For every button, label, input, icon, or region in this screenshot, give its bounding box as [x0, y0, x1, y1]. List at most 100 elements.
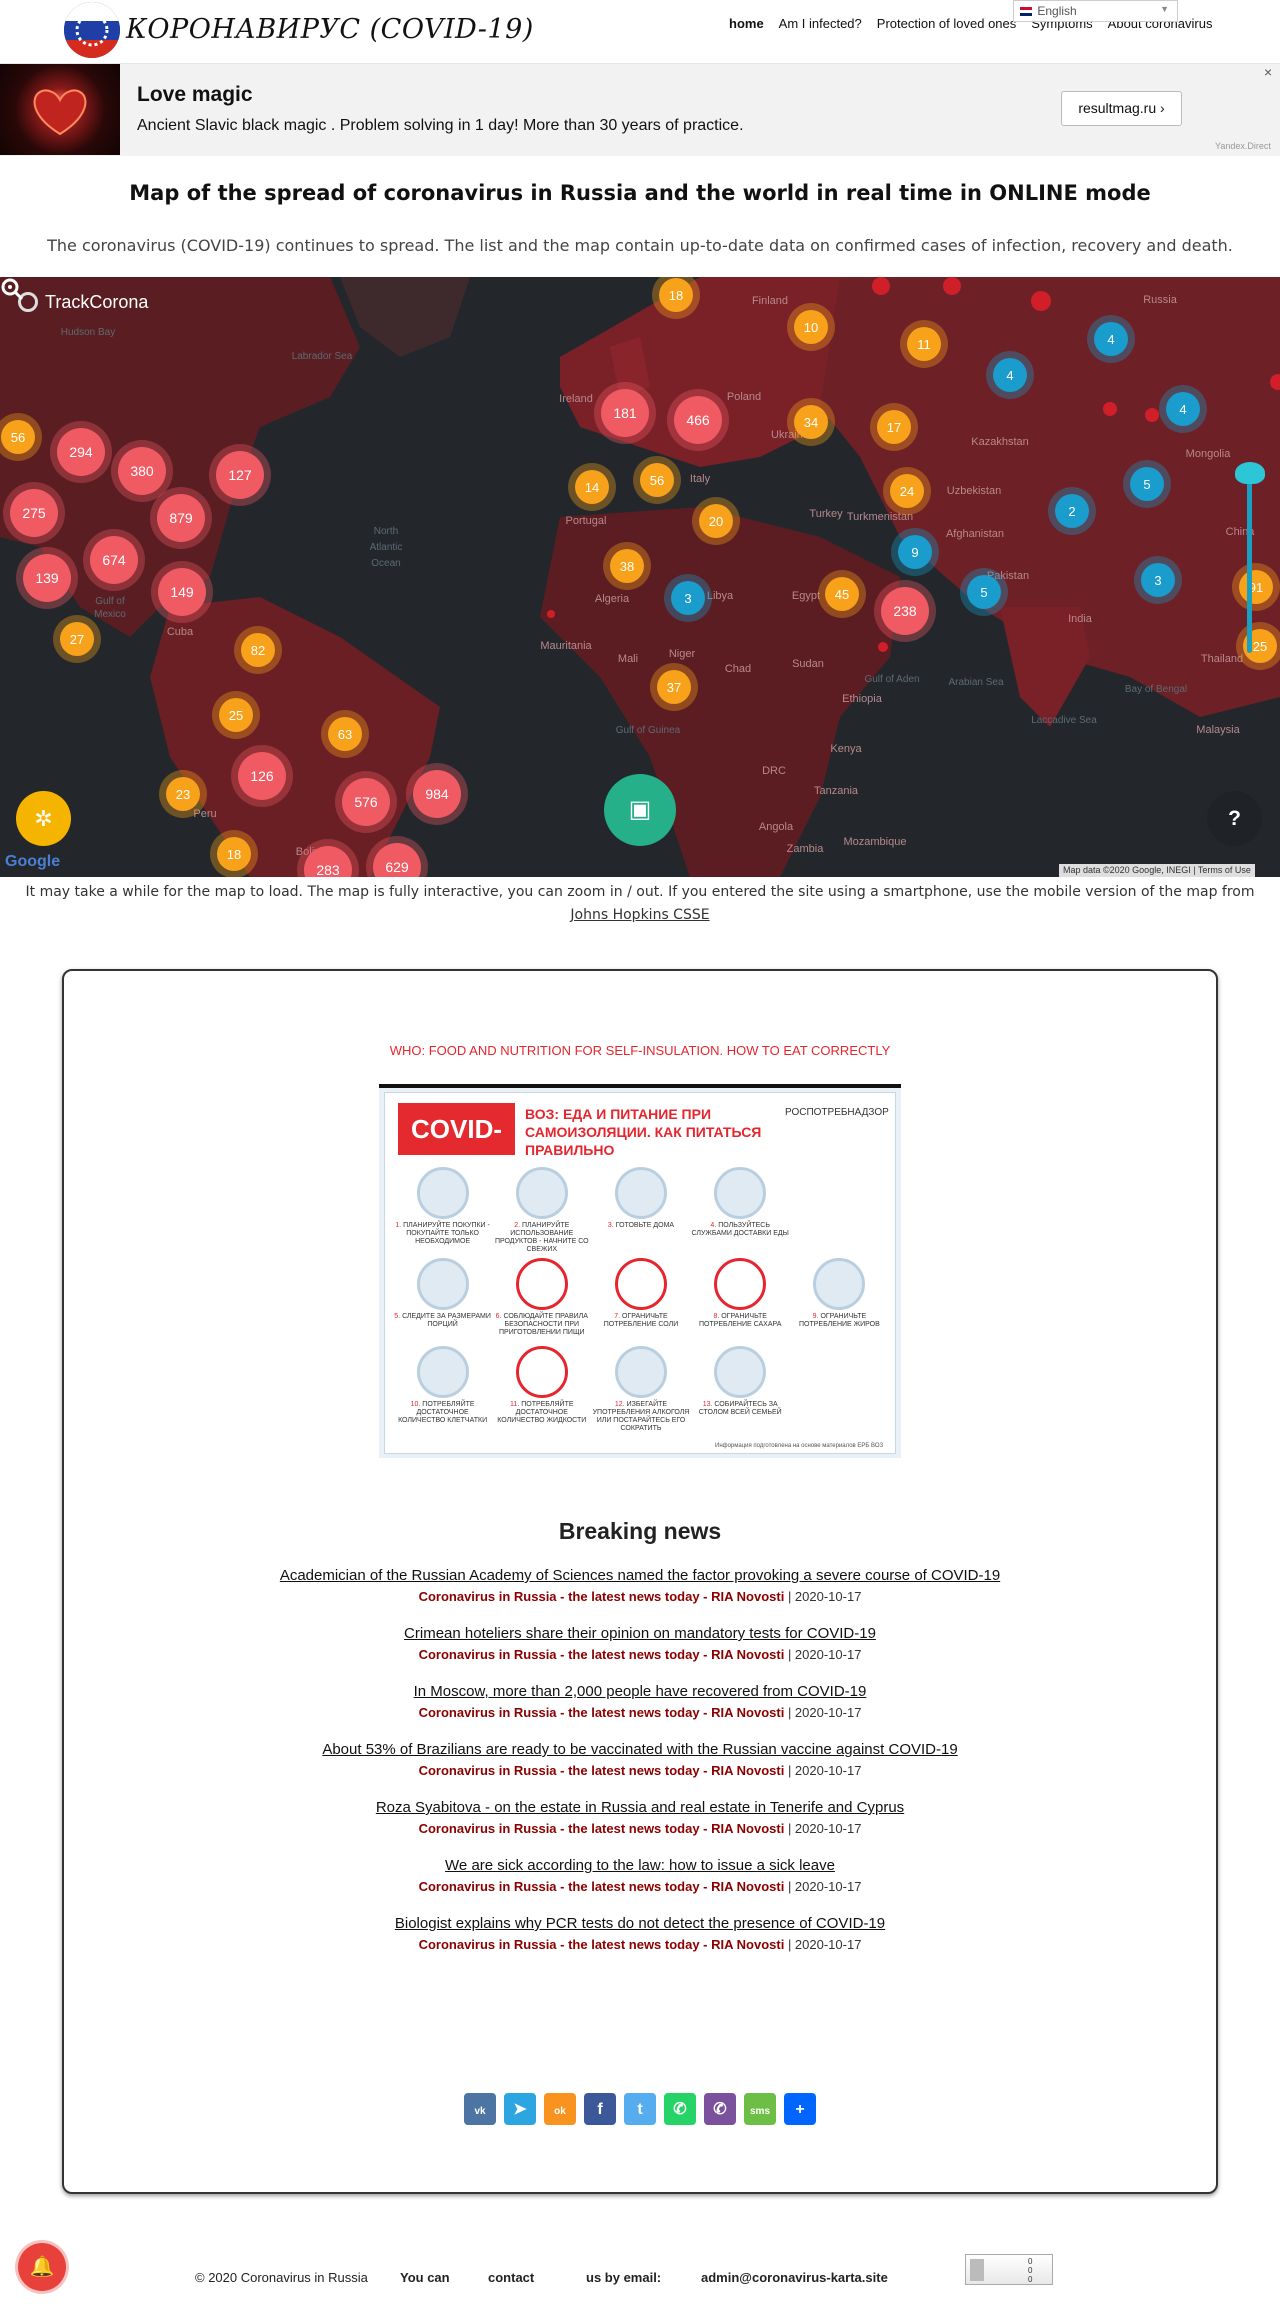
case-cluster-marker[interactable]: 674: [83, 529, 145, 591]
infographic-item-number: 10.: [410, 1401, 421, 1408]
share-more-button[interactable]: +: [784, 2093, 816, 2125]
case-cluster-marker[interactable]: 82: [234, 626, 282, 674]
ad-image[interactable]: [0, 64, 120, 155]
news-title-link[interactable]: Academician of the Russian Academy of Sc…: [64, 1566, 1216, 1586]
notification-bell-button[interactable]: 🔔: [18, 2243, 66, 2291]
johns-hopkins-link[interactable]: Johns Hopkins CSSE: [570, 907, 709, 923]
case-cluster-marker[interactable]: 4: [1087, 315, 1135, 363]
corona-map[interactable]: Hudson Bay Labrador Sea North Atlantic Ocean…: [0, 277, 1280, 877]
time-slider-handle[interactable]: [1235, 462, 1265, 484]
case-cluster-marker[interactable]: 10: [787, 303, 835, 351]
case-cluster-marker[interactable]: 38: [603, 542, 651, 590]
case-cluster-marker[interactable]: 63: [321, 710, 369, 758]
case-cluster-marker[interactable]: 14: [568, 463, 616, 511]
hotspot-dot: [943, 277, 961, 295]
language-select[interactable]: English ▼: [1013, 0, 1178, 22]
news-source[interactable]: Coronavirus in Russia - the latest news …: [419, 1589, 785, 1604]
visitor-counter[interactable]: 000: [965, 2254, 1053, 2285]
case-cluster-marker[interactable]: 27: [53, 615, 101, 663]
news-source[interactable]: Coronavirus in Russia - the latest news …: [419, 1821, 785, 1836]
case-cluster-marker[interactable]: 294: [50, 421, 112, 483]
virus-settings-button[interactable]: ✲: [16, 791, 71, 846]
case-cluster-marker[interactable]: 3: [664, 574, 712, 622]
case-cluster-marker[interactable]: 25: [212, 691, 260, 739]
case-cluster-marker[interactable]: 2: [1048, 487, 1096, 535]
case-cluster-marker[interactable]: 576: [335, 771, 397, 833]
news-title-link[interactable]: Roza Syabitova - on the estate in Russia…: [64, 1798, 1216, 1818]
news-title-link[interactable]: About 53% of Brazilians are ready to be …: [64, 1740, 1216, 1760]
case-cluster-marker[interactable]: 37: [650, 663, 698, 711]
case-cluster-marker[interactable]: 11: [900, 320, 948, 368]
news-title-link[interactable]: In Moscow, more than 2,000 people have r…: [64, 1682, 1216, 1702]
case-cluster-marker[interactable]: 466: [667, 389, 729, 451]
share-facebook-button[interactable]: f: [584, 2093, 616, 2125]
share-vk-button[interactable]: vk: [464, 2093, 496, 2125]
news-title-link[interactable]: Crimean hoteliers share their opinion on…: [64, 1624, 1216, 1644]
ad-banner[interactable]: Love magic Ancient Slavic black magic . …: [0, 64, 1280, 156]
case-cluster-marker[interactable]: 56: [633, 456, 681, 504]
news-source[interactable]: Coronavirus in Russia - the latest news …: [419, 1879, 785, 1894]
news-title-link[interactable]: We are sick according to the law: how to…: [64, 1856, 1216, 1876]
infographic-item-text: ИЗБЕГАЙТЕ УПОТРЕБЛЕНИЯ АЛКОГОЛЯ ИЛИ ПОСТ…: [592, 1401, 690, 1432]
case-cluster-marker[interactable]: 24: [883, 467, 931, 515]
share-telegram-button[interactable]: ➤: [504, 2093, 536, 2125]
map-attribution[interactable]: Map data ©2020 Google, INEGI | Terms of …: [1059, 864, 1255, 877]
case-cluster-marker[interactable]: 3: [1134, 556, 1182, 604]
infographic-item-text: ГОТОВЬТЕ ДОМА: [615, 1222, 675, 1229]
news-meta: Coronavirus in Russia - the latest news …: [64, 1644, 1216, 1665]
case-cluster-marker[interactable]: 9: [891, 528, 939, 576]
zoom-search-icon[interactable]: [0, 277, 24, 301]
news-source[interactable]: Coronavirus in Russia - the latest news …: [419, 1937, 785, 1952]
nutrition-icon: [813, 1258, 866, 1310]
logo-icon[interactable]: [64, 2, 120, 58]
share-odnoklassniki-button[interactable]: ok: [544, 2093, 576, 2125]
case-cluster-marker[interactable]: 879: [150, 487, 212, 549]
help-button[interactable]: ?: [1207, 791, 1262, 846]
case-cluster-marker[interactable]: 181: [594, 382, 656, 444]
case-cluster-marker[interactable]: 91: [1232, 563, 1280, 611]
logo-text[interactable]: КОРОНАВИРУС (COVID-19): [126, 14, 534, 45]
case-cluster-marker[interactable]: 984: [406, 763, 468, 825]
time-slider-track[interactable]: [1247, 463, 1252, 653]
close-icon[interactable]: ×: [1264, 64, 1272, 80]
nav-am-i-infected[interactable]: Am I infected?: [779, 16, 862, 31]
nav-home[interactable]: home: [729, 16, 764, 31]
map-layer-button[interactable]: ▣: [604, 774, 676, 846]
case-cluster-marker[interactable]: 17: [870, 403, 918, 451]
news-source[interactable]: Coronavirus in Russia - the latest news …: [419, 1763, 785, 1778]
case-cluster-marker[interactable]: 20: [692, 497, 740, 545]
case-cluster-marker[interactable]: 34: [787, 398, 835, 446]
ad-visit-button[interactable]: resultmag.ru ›: [1061, 91, 1182, 126]
cluster-count: 674: [102, 552, 126, 568]
case-cluster-marker[interactable]: 5: [1123, 460, 1171, 508]
footer-email[interactable]: admin@coronavirus-karta.site: [701, 2270, 888, 2285]
news-source[interactable]: Coronavirus in Russia - the latest news …: [419, 1647, 785, 1662]
infographic-title: ВОЗ: ЕДА И ПИТАНИЕ ПРИ САМОИЗОЛЯЦИИ. КАК…: [525, 1106, 762, 1158]
share-twitter-button[interactable]: t: [624, 2093, 656, 2125]
news-item: We are sick according to the law: how to…: [64, 1856, 1216, 1914]
news-title-link[interactable]: Biologist explains why PCR tests do not …: [64, 1914, 1216, 1934]
nav-protection[interactable]: Protection of loved ones: [877, 16, 1016, 31]
who-nutrition-infographic[interactable]: COVID-19 ВОЗ: ЕДА И ПИТАНИЕ ПРИ САМОИЗОЛ…: [379, 1084, 901, 1458]
map-label: Mali: [618, 653, 638, 665]
ad-title[interactable]: Love magic: [137, 83, 253, 107]
share-sms-button[interactable]: sms: [744, 2093, 776, 2125]
case-cluster-marker[interactable]: 45: [818, 570, 866, 618]
news-source[interactable]: Coronavirus in Russia - the latest news …: [419, 1705, 785, 1720]
case-cluster-marker[interactable]: 139: [16, 547, 78, 609]
share-whatsapp-button[interactable]: ✆: [664, 2093, 696, 2125]
case-cluster-marker[interactable]: 127: [209, 444, 271, 506]
case-cluster-marker[interactable]: 4: [1159, 385, 1207, 433]
case-cluster-marker[interactable]: 275: [3, 482, 65, 544]
case-cluster-marker[interactable]: 4: [986, 351, 1034, 399]
case-cluster-marker[interactable]: 23: [159, 770, 207, 818]
share-viber-button[interactable]: ✆: [704, 2093, 736, 2125]
who-heading[interactable]: WHO: FOOD AND NUTRITION FOR SELF-INSULAT…: [64, 1043, 1216, 1058]
case-cluster-marker[interactable]: 18: [210, 830, 258, 877]
case-cluster-marker[interactable]: 238: [874, 580, 936, 642]
footer-text-2: contact: [488, 2270, 535, 2285]
case-cluster-marker[interactable]: 5: [960, 568, 1008, 616]
case-cluster-marker[interactable]: 149: [151, 561, 213, 623]
case-cluster-marker[interactable]: 126: [231, 745, 293, 807]
nutrition-icon: [614, 1346, 667, 1398]
